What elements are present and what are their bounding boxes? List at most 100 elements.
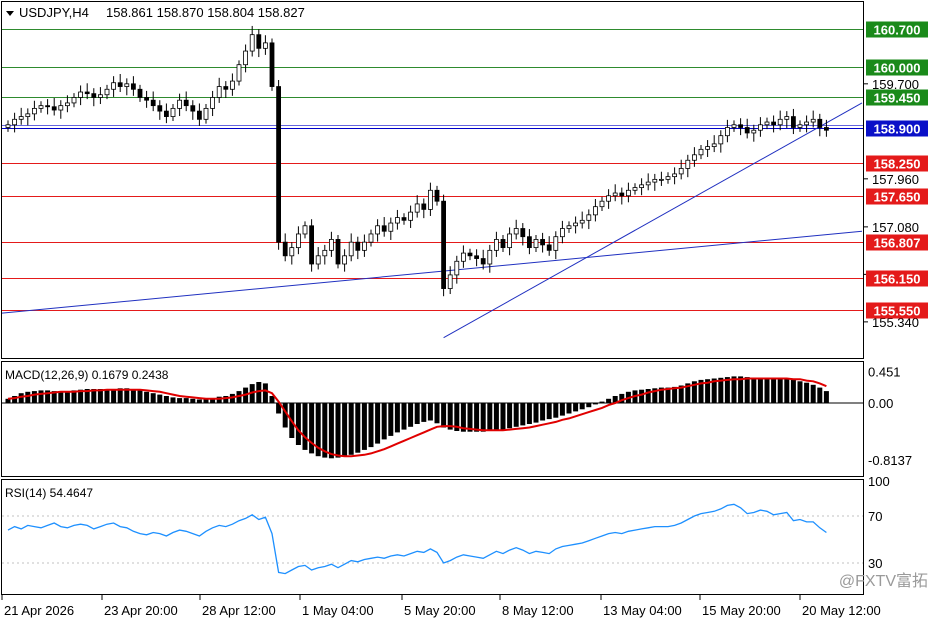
time-tick-label-0: 21 Apr 2026: [4, 603, 74, 618]
candle-body-51: [342, 255, 348, 265]
macd-bar-57: [381, 403, 387, 440]
macd-bar-60: [401, 403, 407, 430]
macd-bar-23: [157, 394, 163, 403]
price-tick-label-1: 157.960: [872, 172, 919, 187]
candle-body-26: [177, 99, 183, 109]
symbol-label: USDJPY,H4: [19, 5, 89, 20]
level-label-5: 157.650: [874, 190, 921, 205]
macd-bar-89: [592, 403, 598, 405]
candle-body-19: [130, 83, 136, 90]
macd-bar-72: [480, 403, 486, 432]
candle-body-32: [216, 86, 222, 98]
macd-bar-63: [421, 403, 427, 422]
candle-body-13: [91, 93, 97, 98]
macd-bar-88: [586, 403, 592, 408]
candle-body-58: [388, 222, 394, 232]
candle-body-12: [84, 91, 90, 95]
candle-body-63: [421, 203, 427, 210]
candle-body-24: [163, 110, 169, 117]
candle-body-123: [817, 118, 823, 128]
candle-body-56: [375, 225, 381, 235]
macd-bar-77: [513, 403, 519, 427]
candle-body-99: [659, 178, 664, 181]
macd-bar-80: [533, 403, 539, 423]
candle-body-5: [38, 105, 44, 109]
candle-body-113: [751, 129, 757, 134]
candle-body-50: [335, 239, 341, 265]
candle-body-122: [810, 118, 816, 123]
macd-bar-115: [764, 377, 770, 403]
level-price-labels: 160.700 160.000 159.450 158.900 158.250 157.6…: [866, 21, 928, 319]
candle-body-30: [203, 107, 209, 120]
candle-body-7: [51, 106, 57, 111]
candle-body-75: [500, 239, 506, 249]
time-tick-label-6: 13 May 04:00: [603, 603, 682, 618]
macd-bar-52: [348, 403, 354, 455]
level-label-2: 159.450: [874, 91, 921, 106]
macd-tick-label-1: 0.00: [868, 396, 893, 411]
candle-body-83: [553, 236, 559, 251]
level-lines: [2, 29, 863, 311]
candle-body-111: [738, 124, 743, 128]
rsi-line-group: [2, 503, 863, 575]
macd-bar-5: [38, 390, 44, 403]
macd-bar-2: [18, 393, 24, 403]
rsi-tick-label-0: 100: [868, 474, 890, 489]
macd-bar-20: [137, 390, 143, 403]
time-tick-label-7: 15 May 20:00: [702, 603, 781, 618]
candle-body-80: [533, 239, 539, 249]
macd-bar-87: [579, 403, 585, 410]
candle-body-109: [725, 127, 730, 137]
macd-bar-65: [434, 403, 440, 424]
macd-bar-83: [553, 403, 559, 418]
macd-bar-112: [744, 377, 750, 403]
candle-body-110: [731, 124, 737, 128]
candle-body-124: [824, 127, 829, 131]
macd-bar-81: [540, 403, 546, 421]
candle-body-61: [408, 211, 414, 221]
candle-body-71: [474, 255, 480, 259]
candle-body-102: [678, 168, 684, 175]
candle-body-4: [32, 107, 37, 115]
candle-body-105: [698, 148, 704, 156]
macd-bar-73: [487, 403, 493, 431]
macd-bar-49: [328, 403, 334, 459]
candle-body-46: [309, 225, 315, 265]
candle-body-53: [355, 241, 361, 251]
macd-bar-26: [177, 398, 183, 403]
candle-body-120: [797, 124, 803, 128]
candle-body-28: [190, 105, 196, 112]
candle-body-15: [104, 88, 110, 96]
candle-body-88: [586, 214, 592, 221]
time-tick-label-1: 23 Apr 20:00: [104, 603, 178, 618]
macd-bar-90: [599, 401, 605, 403]
macd-bar-16: [111, 389, 117, 403]
macd-bar-59: [394, 403, 400, 433]
level-label-3: 158.900: [874, 122, 921, 137]
macd-bar-118: [784, 379, 790, 403]
candlestick-series: [5, 25, 829, 297]
level-label-8: 155.550: [874, 304, 921, 319]
ohlc-readout: 158.861 158.870 158.804 158.827: [106, 5, 305, 20]
candle-body-23: [157, 105, 163, 112]
macd-bar-86: [573, 403, 579, 412]
candle-body-69: [460, 252, 466, 262]
level-label-1: 160.000: [874, 61, 921, 76]
candle-body-67: [447, 274, 453, 289]
candle-body-25: [170, 107, 176, 117]
level-label-6: 156.807: [874, 236, 921, 251]
candle-body-76: [507, 233, 513, 249]
candle-body-114: [758, 124, 763, 131]
macd-bar-55: [368, 403, 374, 448]
candle-body-54: [361, 241, 367, 251]
candle-body-66: [441, 200, 447, 289]
candle-body-90: [599, 200, 605, 208]
macd-bar-75: [500, 403, 506, 430]
symbol-menu-icon[interactable]: [6, 11, 14, 16]
chart-canvas[interactable]: 159.700157.960157.080156.210155.340 160.…: [0, 0, 936, 624]
candle-body-36: [243, 50, 249, 66]
macd-bar-27: [183, 398, 189, 403]
macd-bar-124: [823, 391, 829, 403]
level-label-7: 156.150: [874, 272, 921, 287]
macd-bar-70: [467, 403, 473, 432]
